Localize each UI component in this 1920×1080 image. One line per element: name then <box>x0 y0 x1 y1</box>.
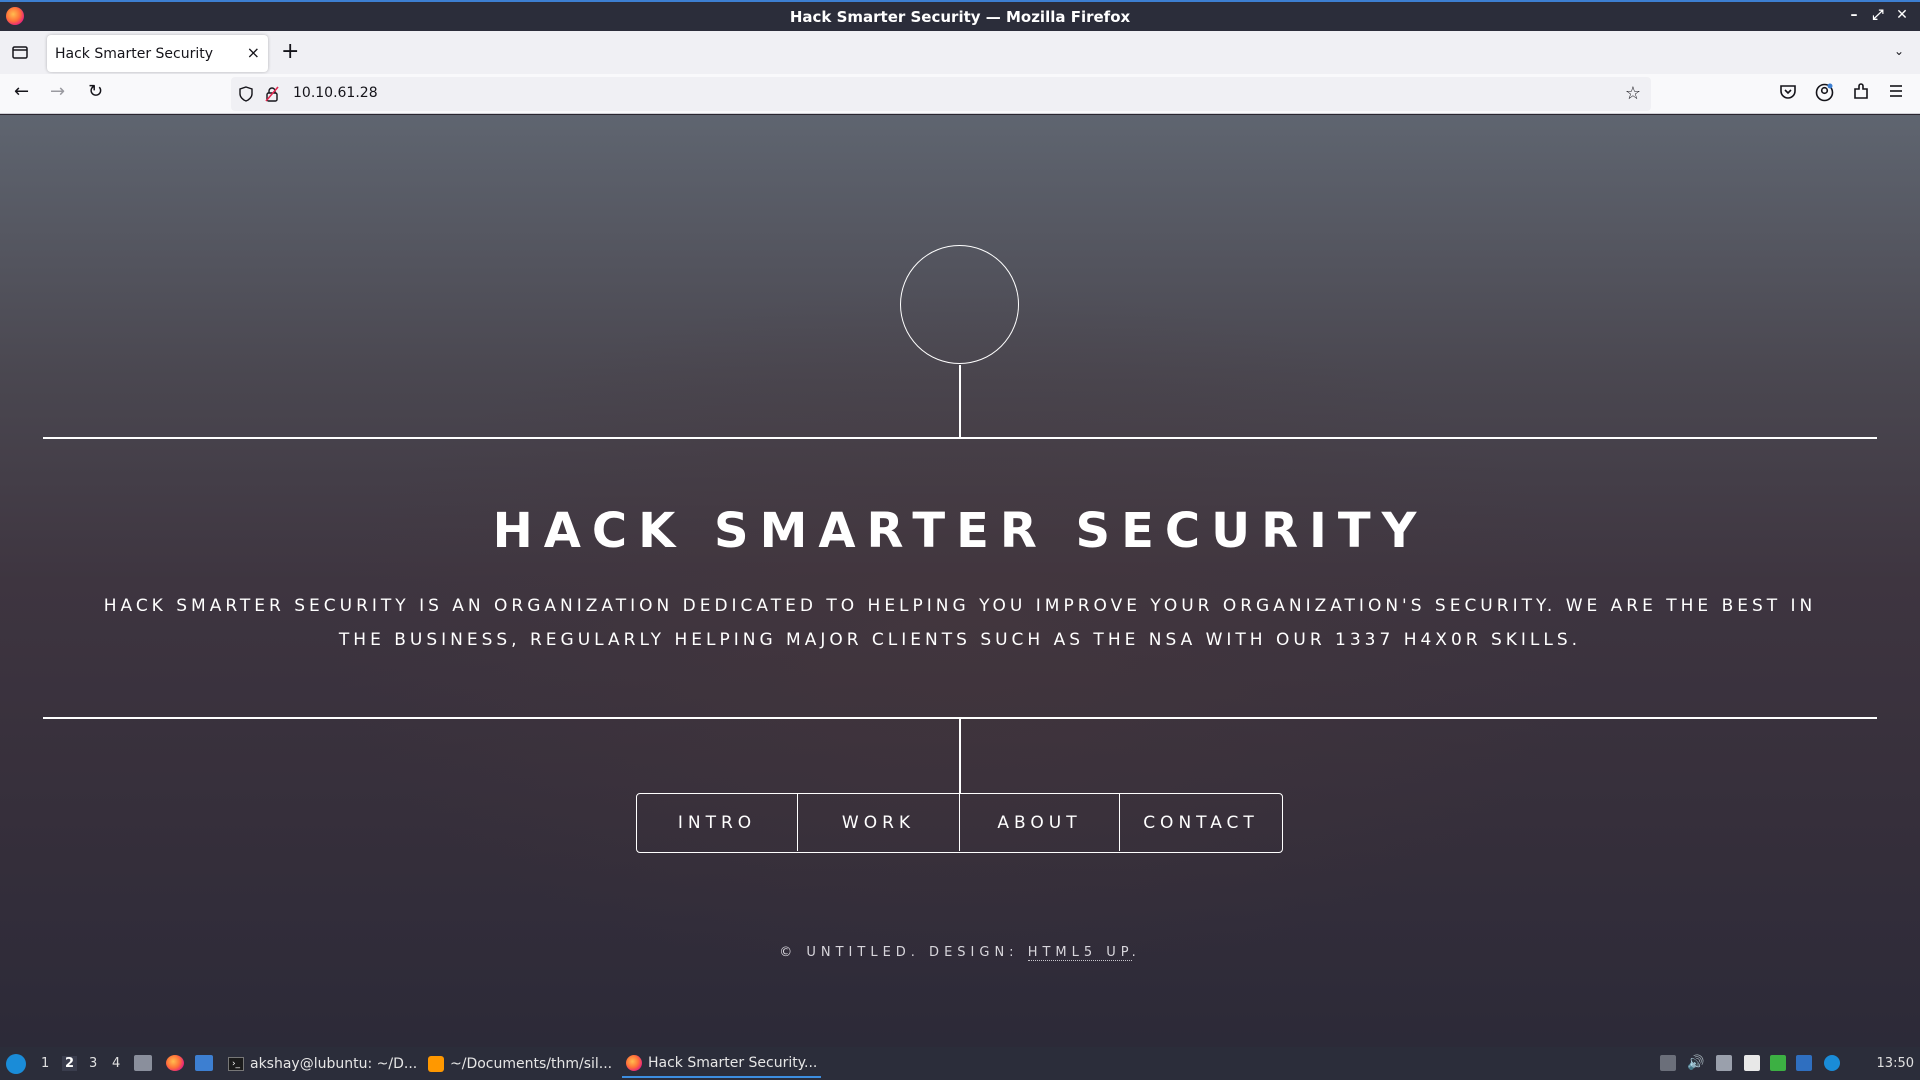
task-firefox[interactable]: Hack Smarter Security... <box>622 1049 822 1078</box>
minimize-icon[interactable]: – <box>1842 7 1866 23</box>
site-logo-circle-icon <box>900 245 1019 364</box>
bluetooth-icon[interactable] <box>1824 1055 1840 1071</box>
firefox-view-icon[interactable] <box>10 42 30 62</box>
window-titlebar: Hack Smarter Security — Mozilla Firefox … <box>0 0 1920 31</box>
task-label: ~/Documents/thm/sil... <box>450 1055 613 1072</box>
close-tab-icon[interactable]: × <box>247 43 260 62</box>
extensions-puzzle-icon[interactable] <box>1852 83 1870 101</box>
html5up-link[interactable]: HTML5 UP <box>1027 945 1132 961</box>
forward-icon[interactable]: → <box>50 82 65 102</box>
task-label: Hack Smarter Security... <box>648 1054 818 1071</box>
tab-label: Hack Smarter Security <box>55 45 214 62</box>
clipboard-icon[interactable] <box>1744 1055 1760 1071</box>
show-desktop-icon[interactable] <box>195 1055 213 1071</box>
site-footer: © UNTITLED. DESIGN: HTML5 UP. <box>0 945 1920 961</box>
file-manager-icon[interactable] <box>134 1055 152 1071</box>
workspace-4[interactable]: 4 <box>112 1056 120 1071</box>
maximize-icon[interactable]: ⤢ <box>1866 7 1890 23</box>
new-tab-icon[interactable]: + <box>281 39 299 64</box>
task-sublime-text[interactable]: ~/Documents/thm/sil... <box>424 1049 616 1078</box>
workspace-3[interactable]: 3 <box>89 1056 97 1071</box>
nav-contact[interactable]: CONTACT <box>1120 794 1282 851</box>
tab-hack-smarter-security[interactable]: Hack Smarter Security × <box>47 35 268 72</box>
back-icon[interactable]: ← <box>14 82 29 102</box>
divider-line <box>959 365 961 437</box>
navigation-toolbar: ← → ↻ 10.10.61.28 ☆ <box>0 74 1920 114</box>
nav-intro[interactable]: INTRO <box>637 794 798 851</box>
clock: 13:50 <box>1876 1056 1914 1071</box>
window-controls: – ⤢ ✕ <box>1842 7 1914 23</box>
firefox-launcher-icon[interactable] <box>166 1055 184 1071</box>
sublime-text-icon <box>428 1055 444 1072</box>
lubuntu-start-menu-icon[interactable] <box>6 1054 26 1074</box>
footer-suffix: . <box>1131 945 1141 960</box>
nav-work[interactable]: WORK <box>798 794 960 851</box>
site-title: HACK SMARTER SECURITY <box>492 503 1428 559</box>
close-window-icon[interactable]: ✕ <box>1890 7 1914 23</box>
list-tabs-chevron-icon[interactable]: ⌄ <box>1894 44 1904 58</box>
divider-line <box>43 437 1877 439</box>
pocket-icon[interactable] <box>1779 83 1797 101</box>
tab-strip: Hack Smarter Security × + ⌄ <box>0 31 1920 74</box>
task-label: akshay@lubuntu: ~/D... <box>250 1055 418 1072</box>
nav-about[interactable]: ABOUT <box>960 794 1120 851</box>
terminal-icon: ›_ <box>228 1056 244 1071</box>
workspace-1[interactable]: 1 <box>41 1056 49 1071</box>
firefox-logo-icon <box>6 7 24 25</box>
firefox-icon <box>626 1054 642 1071</box>
web-page: HACK SMARTER SECURITY Hack Smarter Secur… <box>0 115 1920 1047</box>
hamburger-menu-icon[interactable] <box>1888 83 1904 99</box>
account-icon[interactable] <box>1815 83 1834 102</box>
url-bar[interactable]: 10.10.61.28 ☆ <box>231 77 1651 111</box>
window-title: Hack Smarter Security — Mozilla Firefox <box>789 7 1131 26</box>
site-nav-menu: INTRO WORK ABOUT CONTACT <box>636 793 1283 853</box>
workspace-2[interactable]: 2 <box>62 1056 78 1071</box>
url-text[interactable]: 10.10.61.28 <box>293 85 378 101</box>
volume-icon[interactable]: 🔊 <box>1687 1055 1704 1071</box>
divider-line <box>959 718 961 793</box>
taskbar: 1 2 3 4 ›_ akshay@lubuntu: ~/D... ~/Docu… <box>0 1047 1920 1080</box>
network-icon[interactable] <box>1716 1055 1732 1071</box>
footer-copyright: © UNTITLED. DESIGN: <box>779 945 1028 960</box>
reload-icon[interactable]: ↻ <box>88 82 103 102</box>
tray-app-icon[interactable] <box>1660 1055 1676 1071</box>
task-terminal[interactable]: ›_ akshay@lubuntu: ~/D... <box>224 1049 421 1078</box>
tracking-protection-shield-icon[interactable] <box>239 86 253 102</box>
insecure-lock-icon[interactable] <box>265 86 279 102</box>
site-description: Hack Smarter Security is an organization… <box>103 596 1817 650</box>
battery-icon[interactable] <box>1770 1055 1786 1071</box>
update-notifier-icon[interactable] <box>1796 1055 1812 1071</box>
bookmark-star-icon[interactable]: ☆ <box>1625 83 1641 104</box>
